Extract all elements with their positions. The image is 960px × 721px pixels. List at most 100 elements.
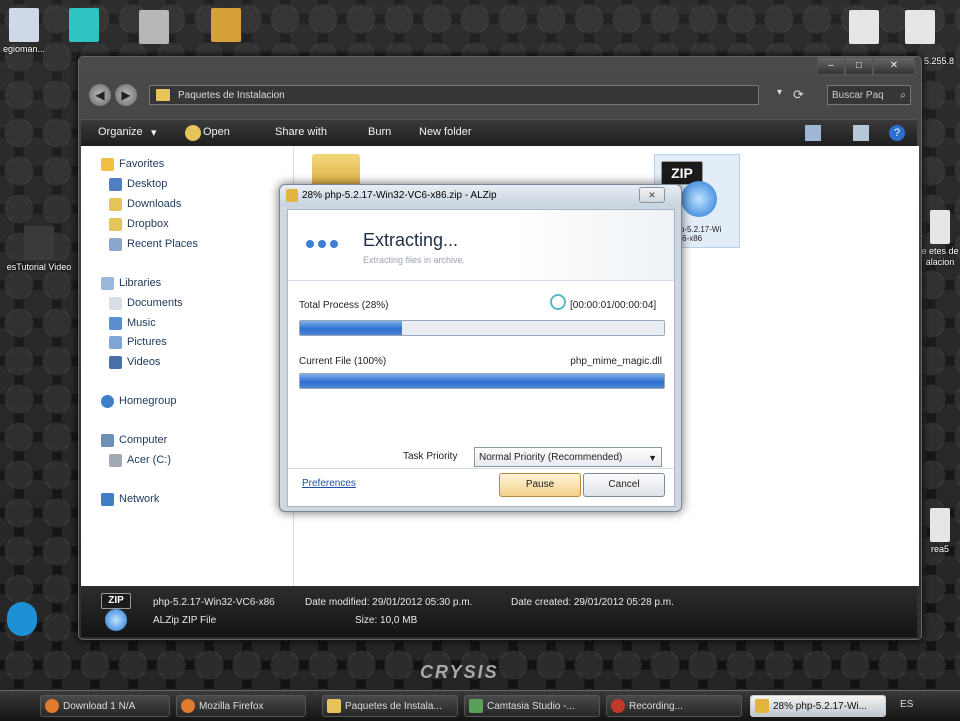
language-indicator[interactable]: ES: [900, 699, 913, 710]
firefox-icon: [45, 699, 59, 713]
alzip-icon: [681, 181, 717, 217]
current-file-label: Current File (100%): [299, 356, 387, 367]
nav-desktop[interactable]: Desktop: [109, 178, 168, 191]
desktop-shortcut[interactable]: rea5: [920, 508, 960, 555]
search-input[interactable]: Buscar Paq ⌕: [827, 85, 911, 105]
nav-favorites[interactable]: Favorites: [101, 158, 164, 171]
address-row: ◀ ▶ Paquetes de Instalacion ▾ ⟳ Buscar P…: [85, 81, 911, 109]
document-icon: [905, 10, 935, 44]
video-icon: [24, 226, 54, 260]
taskbar-item-download[interactable]: Download 1 N/A: [40, 695, 170, 717]
taskbar-item-alzip[interactable]: 28% php-5.2.17-Wi...: [750, 695, 886, 717]
pictures-icon: [109, 336, 122, 349]
minimize-button[interactable]: –: [817, 57, 845, 75]
cancel-button[interactable]: Cancel: [583, 473, 665, 497]
nav-label: Desktop: [127, 178, 168, 190]
nav-dropbox[interactable]: Dropbox: [109, 218, 169, 231]
task-priority-select[interactable]: Normal Priority (Recommended) ▼: [474, 447, 662, 467]
desktop-shortcut[interactable]: [62, 8, 106, 44]
help-icon[interactable]: ?: [889, 125, 905, 141]
folder-icon: [156, 89, 170, 101]
nav-network[interactable]: Network: [101, 493, 159, 506]
burn-button[interactable]: Burn: [368, 126, 391, 138]
navigation-pane: Favorites Desktop Downloads Dropbox Rece…: [81, 146, 294, 586]
nav-label: Homegroup: [119, 395, 177, 407]
share-with-menu[interactable]: Share with: [275, 126, 327, 138]
nav-recent-places[interactable]: Recent Places: [109, 238, 198, 251]
nav-downloads[interactable]: Downloads: [109, 198, 182, 211]
nav-label: Downloads: [127, 198, 182, 210]
taskbar-label: 28% php-5.2.17-Wi...: [773, 701, 867, 712]
window-controls: – □ ✕: [817, 57, 915, 75]
nav-videos[interactable]: Videos: [109, 356, 161, 369]
current-progress-bar: [299, 373, 665, 389]
dialog-heading: Extracting...: [363, 230, 459, 250]
desktop-shortcut[interactable]: esTutorial Video: [0, 226, 78, 273]
preferences-link[interactable]: Preferences: [302, 478, 356, 489]
desktop-shortcut[interactable]: e etes de alacion: [920, 210, 960, 268]
dialog-title-bar: 28% php-5.2.17-Win32-VC6-x86.zip - ALZip…: [280, 185, 681, 207]
nav-homegroup[interactable]: Homegroup: [101, 395, 177, 408]
back-button[interactable]: ◀: [89, 84, 111, 106]
libraries-icon: [101, 277, 114, 290]
nav-label: Music: [127, 317, 156, 329]
taskbar-label: Recording...: [629, 701, 683, 712]
dropbox-folder-icon: [109, 218, 122, 231]
pause-button[interactable]: Pause: [499, 473, 581, 497]
camtasia-icon: [469, 699, 483, 713]
nav-label: Recent Places: [127, 238, 198, 250]
desktop-shortcut[interactable]: [842, 10, 886, 46]
music-icon: [109, 317, 122, 330]
view-options-icon[interactable]: [805, 125, 821, 141]
desktop-shortcut[interactable]: [132, 10, 176, 46]
elapsed-time: [00:00:01/00:00:04]: [570, 300, 657, 311]
downloads-folder-icon: [109, 198, 122, 211]
alzip-icon: [105, 609, 127, 631]
document-icon: [849, 10, 879, 44]
desktop-shortcut[interactable]: [204, 8, 248, 44]
nav-music[interactable]: Music: [109, 317, 156, 330]
alzip-icon: [755, 699, 769, 713]
search-icon: ⌕: [900, 90, 906, 101]
desktop-shortcut-label: alacion: [925, 257, 955, 267]
desktop-shortcut[interactable]: egioman...: [2, 8, 46, 55]
chevron-down-icon[interactable]: ▾: [777, 87, 782, 98]
task-priority-value: Normal Priority (Recommended): [479, 452, 623, 463]
organize-menu[interactable]: Organize: [98, 126, 143, 138]
taskbar-item-camtasia[interactable]: Camtasia Studio -...: [464, 695, 600, 717]
forward-button[interactable]: ▶: [115, 84, 137, 106]
refresh-icon[interactable]: ⟳: [793, 87, 804, 103]
task-priority-label: Task Priority: [403, 451, 458, 462]
folder-icon: [327, 699, 341, 713]
taskbar-label: Camtasia Studio -...: [487, 701, 575, 712]
nav-label: Videos: [127, 356, 161, 368]
address-bar[interactable]: Paquetes de Instalacion: [149, 85, 759, 105]
computer-icon: [101, 434, 114, 447]
nav-label: Acer (C:): [127, 454, 171, 466]
open-button[interactable]: Open: [203, 126, 230, 138]
desktop-shortcut-label: 5.255.8: [923, 56, 955, 66]
dialog-subheading: Extracting files in archive.: [363, 255, 466, 265]
nav-computer[interactable]: Computer: [101, 434, 167, 447]
taskbar-item-firefox[interactable]: Mozilla Firefox: [176, 695, 306, 717]
document-icon: [930, 508, 950, 542]
skype-icon: [7, 602, 37, 636]
nav-drive-c[interactable]: Acer (C:): [109, 454, 171, 467]
desktop-shortcut[interactable]: [0, 602, 44, 638]
taskbar-item-recording[interactable]: Recording...: [606, 695, 742, 717]
star-icon: [101, 158, 114, 171]
details-date-modified: Date modified: 29/01/2012 05:30 p.m.: [305, 597, 473, 608]
taskbar: Download 1 N/A Mozilla Firefox Paquetes …: [0, 690, 960, 721]
desktop-shortcut[interactable]: [898, 10, 942, 46]
taskbar-item-explorer[interactable]: Paquetes de Instala...: [322, 695, 458, 717]
nav-pictures[interactable]: Pictures: [109, 336, 167, 349]
documents-icon: [109, 297, 122, 310]
new-folder-button[interactable]: New folder: [419, 126, 472, 138]
maximize-button[interactable]: □: [845, 57, 873, 75]
dialog-close-button[interactable]: ✕: [639, 187, 665, 203]
taskbar-label: Paquetes de Instala...: [345, 701, 442, 712]
nav-documents[interactable]: Documents: [109, 297, 183, 310]
preview-pane-icon[interactable]: [853, 125, 869, 141]
nav-libraries[interactable]: Libraries: [101, 277, 161, 290]
close-button[interactable]: ✕: [873, 57, 915, 75]
